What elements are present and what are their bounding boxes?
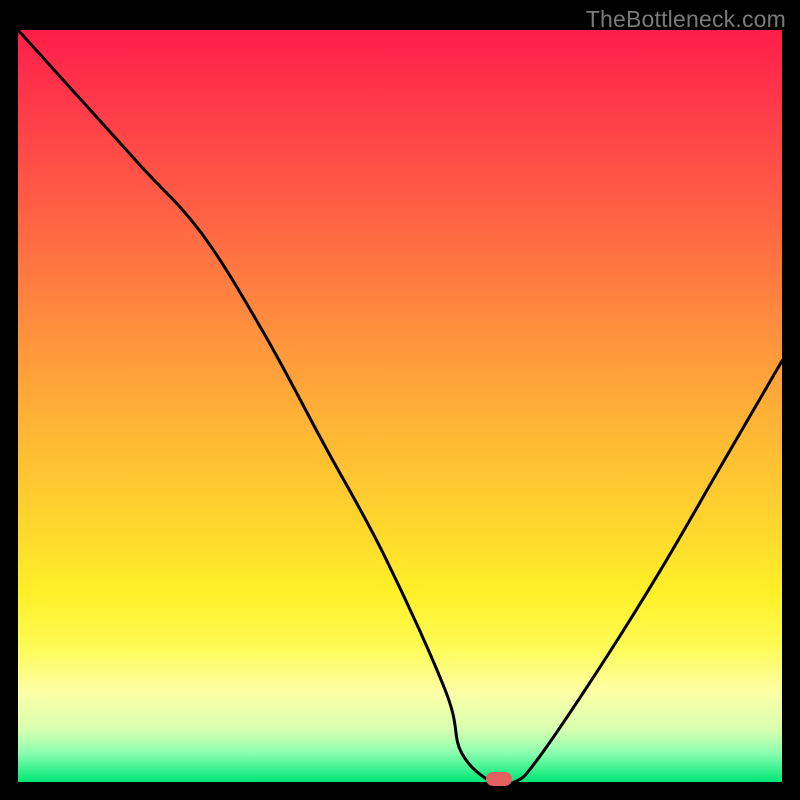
bottleneck-curve — [18, 30, 782, 782]
optimal-marker — [486, 772, 512, 786]
chart-container: TheBottleneck.com — [0, 0, 800, 800]
curve-svg — [18, 30, 782, 782]
plot-area — [18, 30, 782, 782]
watermark-text: TheBottleneck.com — [586, 6, 786, 33]
